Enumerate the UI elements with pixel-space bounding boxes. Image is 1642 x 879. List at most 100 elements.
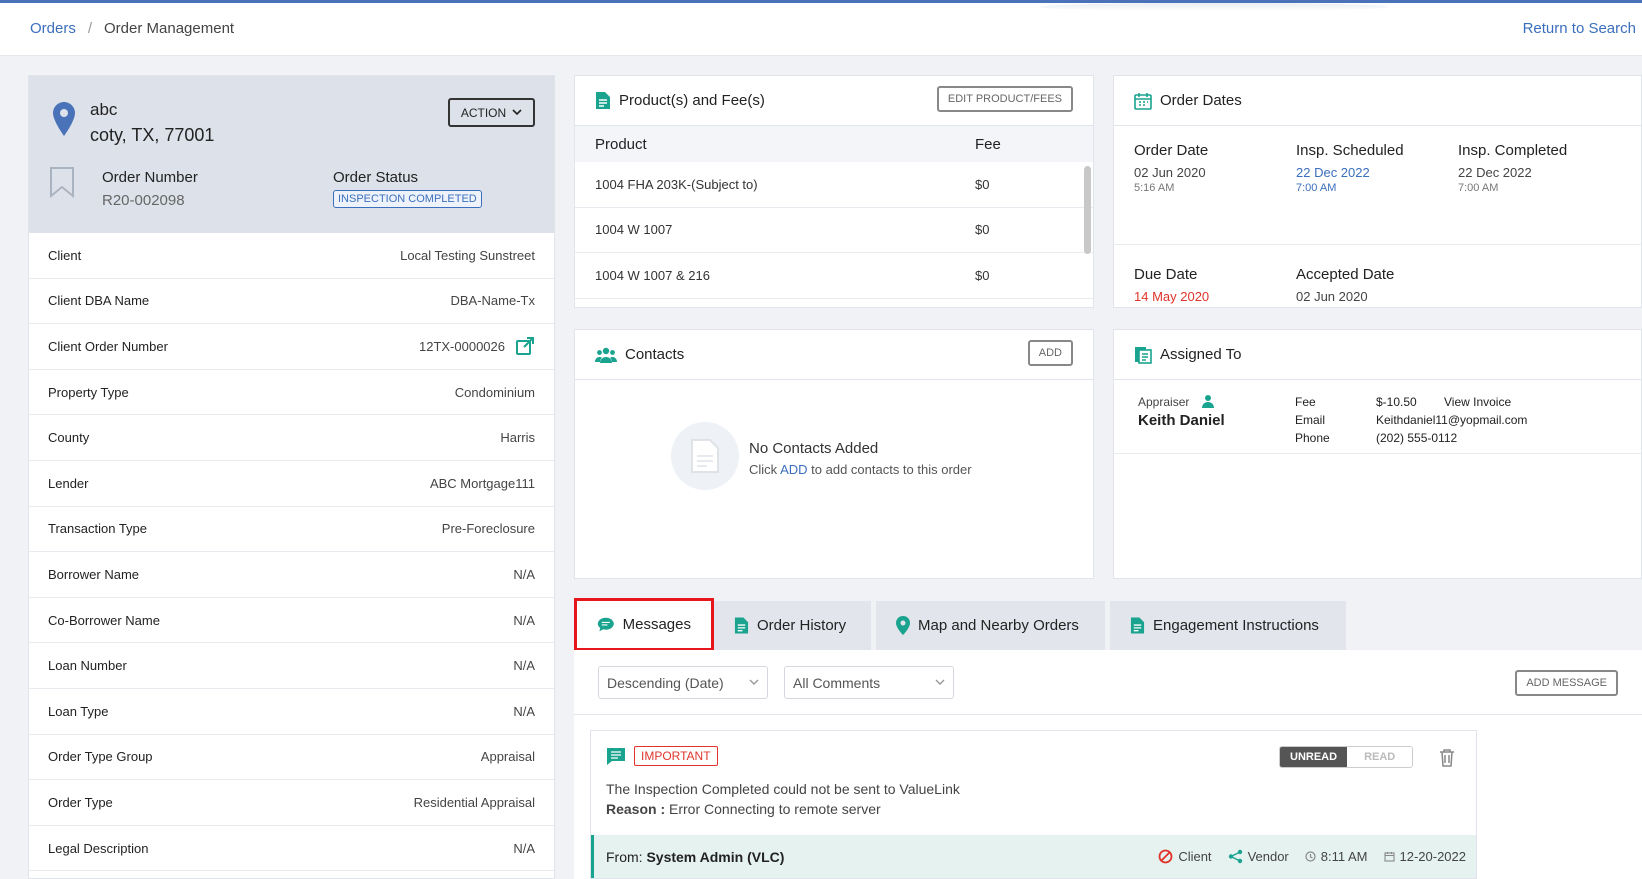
detail-value: Appraisal [480, 749, 535, 765]
order-date-value: 02 Jun 2020 [1134, 165, 1206, 180]
share-icon [1228, 849, 1242, 864]
view-invoice-link[interactable]: View Invoice [1444, 395, 1511, 409]
product-name: 1004 W 1007 [595, 222, 673, 238]
document-icon [596, 92, 610, 109]
detail-label: Property Type [48, 384, 129, 400]
appraiser-name-link[interactable]: Keith Daniel [1138, 412, 1225, 429]
phone-value: (202) 555-0112 [1376, 431, 1458, 445]
detail-value-group: 12TX-0000026 [419, 336, 535, 356]
detail-value: ABC Mortgage111 [429, 475, 535, 491]
fee-label: Fee [1295, 395, 1316, 409]
chevron-down-icon [749, 679, 759, 685]
date-value: 12-20-2022 [1399, 849, 1467, 864]
detail-row-client-order-number: Client Order Number 12TX-0000026 [29, 324, 554, 370]
tab-engagement-instructions[interactable]: Engagement Instructions [1110, 601, 1346, 650]
detail-value: N/A [513, 658, 535, 674]
insp-scheduled-value[interactable]: 22 Dec 2022 [1296, 165, 1404, 180]
bookmark-icon[interactable] [49, 166, 75, 201]
add-message-button[interactable]: ADD MESSAGE [1515, 670, 1618, 696]
detail-row-legal-description: Legal Description N/A [29, 826, 554, 872]
assigned-to-header: Assigned To [1114, 330, 1641, 380]
order-status-badge: INSPECTION COMPLETED [333, 190, 482, 208]
detail-label: Order Type [48, 794, 113, 810]
order-summary-header: abc coty, TX, 77001 ACTION Order Number … [29, 76, 554, 233]
edit-product-fees-button[interactable]: EDIT PRODUCT/FEES [936, 86, 1073, 112]
tab-label: Engagement Instructions [1153, 617, 1319, 634]
clock-icon [1305, 851, 1316, 862]
filter-select-value: All Comments [793, 674, 881, 691]
detail-label: Order Type Group [48, 749, 153, 765]
appraiser-assignment: Appraiser Keith Daniel Fee $-10.50 View … [1114, 380, 1641, 454]
detail-label: Co-Borrower Name [48, 612, 160, 628]
hint-add-link[interactable]: ADD [780, 462, 807, 477]
tab-map-nearby-orders[interactable]: Map and Nearby Orders [876, 601, 1105, 650]
insp-scheduled-label: Insp. Scheduled [1296, 142, 1404, 159]
detail-row-loan-number: Loan Number N/A [29, 643, 554, 689]
address-line-2: coty, TX, 77001 [90, 125, 215, 145]
breadcrumb-orders-link[interactable]: Orders [30, 20, 76, 37]
trash-icon[interactable] [1439, 748, 1455, 767]
detail-label: Client Order Number [48, 338, 168, 354]
accepted-date-label: Accepted Date [1296, 266, 1395, 283]
product-name: 1004 W 1007 & 216 [595, 267, 710, 283]
external-link-icon[interactable] [515, 336, 535, 356]
document-icon [1130, 617, 1145, 634]
order-date-time: 5:16 AM [1134, 182, 1175, 194]
detail-label: Client DBA Name [48, 293, 150, 309]
tab-label: Order History [757, 617, 847, 634]
insp-completed-value: 22 Dec 2022 [1458, 165, 1532, 180]
filter-select[interactable]: All Comments [784, 666, 954, 699]
table-row: 1004 W 1007 $0 [575, 208, 1093, 254]
detail-label: Borrower Name [48, 566, 140, 582]
breadcrumb-current: Order Management [104, 20, 235, 37]
contacts-card: Contacts ADD No Contacts Added Click ADD… [574, 329, 1094, 579]
return-to-search-link[interactable]: Return to Search [1523, 20, 1636, 37]
detail-label: County [48, 430, 90, 446]
read-toggle[interactable]: READ [1347, 747, 1413, 767]
blocked-icon [1158, 849, 1173, 864]
detail-value: DBA-Name-Tx [450, 293, 535, 309]
detail-row-borrower-name: Borrower Name N/A [29, 552, 554, 598]
product-fee: $0 [975, 222, 990, 238]
detail-value: Harris [500, 430, 535, 446]
products-table-header: Product Fee [575, 126, 1093, 162]
order-dates-card: Order Dates Order Date 02 Jun 2020 5:16 … [1113, 75, 1642, 308]
from-label: From: [606, 848, 643, 865]
message-meta: Client Vendor 8:11 AM 12-20-2022 [1158, 835, 1466, 878]
appraiser-role-label: Appraiser [1138, 395, 1190, 409]
calendar-icon [1383, 852, 1395, 862]
product-column-header: Product [595, 135, 647, 153]
unread-toggle[interactable]: UNREAD [1280, 747, 1348, 767]
detail-row-order-type: Order Type Residential Appraisal [29, 780, 554, 826]
order-dates-header: Order Dates [1114, 76, 1641, 126]
tab-order-history[interactable]: Order History [714, 601, 871, 650]
contacts-title: Contacts [625, 346, 685, 363]
insp-scheduled-time[interactable]: 7:00 AM [1296, 182, 1404, 194]
table-row: 1004 W 1007 & 216 $0 [575, 253, 1093, 299]
order-number-value: R20-002098 [102, 192, 185, 209]
table-row: 1004 FHA 203K-(Subject to) $0 [575, 162, 1093, 208]
order-number-label: Order Number [102, 169, 198, 186]
reason-label: Reason : [606, 801, 666, 817]
tab-messages[interactable]: Messages [574, 598, 714, 651]
detail-value: Local Testing Sunstreet [400, 247, 535, 263]
breadcrumb: Orders / Order Management [30, 20, 234, 37]
detail-row-co-borrower-name: Co-Borrower Name N/A [29, 598, 554, 644]
message-item: IMPORTANT UNREAD READ The Inspection Com… [590, 730, 1477, 879]
client-order-number-value: 12TX-0000026 [418, 338, 505, 354]
action-dropdown-button[interactable]: ACTION [448, 98, 535, 127]
message-time: 8:11 AM [1305, 849, 1368, 864]
assigned-to-card: Assigned To Appraiser Keith Daniel Fee $… [1113, 329, 1642, 579]
sort-select[interactable]: Descending (Date) [598, 666, 768, 699]
message-date: 12-20-2022 [1383, 849, 1467, 864]
product-fee: $0 [975, 267, 990, 283]
phone-label: Phone [1295, 431, 1330, 445]
due-date-cell: Due Date 14 May 2020 [1134, 266, 1209, 304]
add-contact-button[interactable]: ADD [1027, 340, 1073, 366]
accepted-date-cell: Accepted Date 02 Jun 2020 [1296, 266, 1394, 304]
products-scrollbar[interactable] [1084, 166, 1091, 254]
empty-document-icon [671, 422, 739, 490]
detail-row-property-type: Property Type Condominium [29, 370, 554, 416]
comment-icon [607, 748, 625, 765]
client-visibility: Client [1158, 849, 1212, 864]
